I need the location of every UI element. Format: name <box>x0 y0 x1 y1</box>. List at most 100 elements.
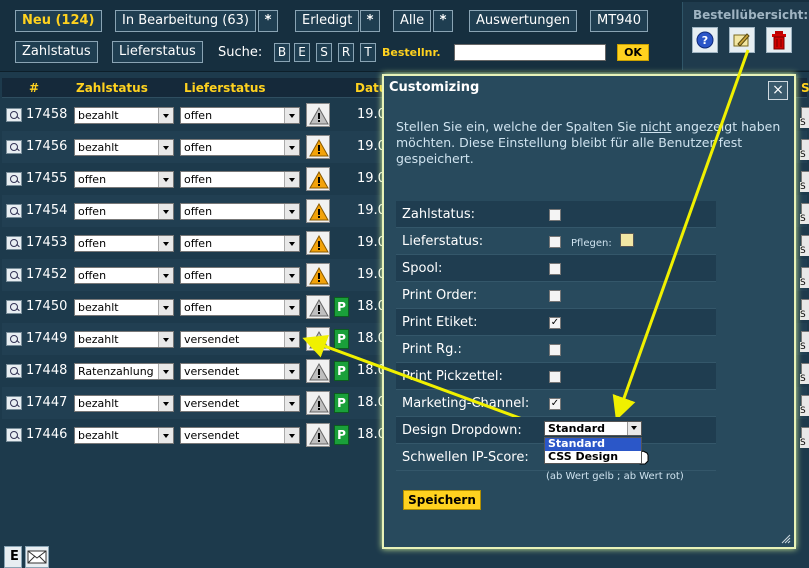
option-checkbox[interactable] <box>549 209 561 221</box>
filter-alle-button[interactable]: Alle <box>393 10 432 32</box>
lieferstatus-select[interactable]: offen <box>180 267 300 284</box>
design-dropdown-select[interactable]: Standard <box>544 421 642 436</box>
lieferstatus-value: offen <box>184 237 213 250</box>
warning-icon[interactable] <box>306 423 330 447</box>
warning-icon[interactable] <box>306 103 330 127</box>
save-button[interactable]: Speichern <box>403 490 481 510</box>
right-column-label: S <box>800 438 809 448</box>
customizing-dialog: Customizing × Stellen Sie ein, welche de… <box>382 74 796 549</box>
warning-icon[interactable] <box>306 327 330 351</box>
search-e-button[interactable]: E <box>294 43 310 62</box>
option-checkbox[interactable] <box>549 344 561 356</box>
ok-button[interactable]: OK <box>617 44 649 61</box>
zahlstatus-select[interactable]: offen <box>74 203 174 220</box>
lieferstatus-select[interactable]: versendet <box>180 363 300 380</box>
auswertungen-button[interactable]: Auswertungen <box>469 10 577 32</box>
view-order-icon[interactable] <box>6 140 22 154</box>
zahlstatus-select[interactable]: offen <box>74 267 174 284</box>
lieferstatus-select[interactable]: offen <box>180 107 300 124</box>
mt940-button[interactable]: MT940 <box>590 10 648 32</box>
zahlstatus-select[interactable]: bezahlt <box>74 427 174 444</box>
option-checkbox[interactable]: ✓ <box>549 317 561 329</box>
warning-icon[interactable] <box>306 263 330 287</box>
print-badge[interactable]: P <box>334 361 349 381</box>
dialog-close-button[interactable]: × <box>768 81 788 100</box>
zahlstatus-select[interactable]: offen <box>74 171 174 188</box>
option-checkbox[interactable] <box>549 371 561 383</box>
zahlstatus-select[interactable]: bezahlt <box>74 107 174 124</box>
dropdown-option-css-design[interactable]: CSS Design <box>545 451 641 464</box>
lieferstatus-select[interactable]: offen <box>180 139 300 156</box>
option-checkbox[interactable] <box>549 263 561 275</box>
view-order-icon[interactable] <box>6 332 22 346</box>
filter-neu-button[interactable]: Neu (124) <box>15 10 102 32</box>
print-badge[interactable]: P <box>334 329 349 349</box>
option-checkbox[interactable] <box>549 236 561 248</box>
view-order-icon[interactable] <box>6 300 22 314</box>
in-bearbeitung-star-button[interactable]: * <box>258 10 278 32</box>
search-b-button[interactable]: B <box>274 43 290 62</box>
col-zahlstatus-header[interactable]: Zahlstatus <box>76 81 148 95</box>
lieferstatus-select[interactable]: offen <box>180 299 300 316</box>
zahlstatus-select[interactable]: offen <box>74 235 174 252</box>
warning-icon[interactable] <box>306 359 330 383</box>
zahlstatus-select[interactable]: bezahlt <box>74 395 174 412</box>
resize-grip-icon[interactable] <box>781 534 791 544</box>
chevron-down-icon <box>284 428 299 443</box>
view-order-icon[interactable] <box>6 396 22 410</box>
option-label: Print Rg.: <box>402 342 462 357</box>
view-order-icon[interactable] <box>6 236 22 250</box>
print-badge[interactable]: P <box>334 297 349 317</box>
view-order-icon[interactable] <box>6 268 22 282</box>
search-s-button[interactable]: S <box>316 43 332 62</box>
print-badge[interactable]: P <box>334 425 349 445</box>
view-order-icon[interactable] <box>6 108 22 122</box>
order-overview-title: Bestellübersicht: <box>693 8 809 22</box>
erledigt-star-button[interactable]: * <box>360 10 380 32</box>
warning-icon[interactable] <box>306 199 330 223</box>
search-r-button[interactable]: R <box>338 43 354 62</box>
lieferstatus-select[interactable]: offen <box>180 235 300 252</box>
view-order-icon[interactable] <box>6 172 22 186</box>
help-icon[interactable]: ? <box>692 27 718 53</box>
view-order-icon[interactable] <box>6 204 22 218</box>
lieferstatus-select[interactable]: offen <box>180 171 300 188</box>
lieferstatus-select[interactable]: versendet <box>180 395 300 412</box>
zahlstatus-select[interactable]: bezahlt <box>74 139 174 156</box>
warning-icon[interactable] <box>306 231 330 255</box>
zahlstatus-button[interactable]: Zahlstatus <box>15 41 98 63</box>
edit-icon[interactable] <box>620 233 634 247</box>
trash-icon[interactable] <box>766 27 792 53</box>
lieferstatus-value: offen <box>184 301 213 314</box>
warning-icon[interactable] <box>306 135 330 159</box>
lieferstatus-select[interactable]: versendet <box>180 427 300 444</box>
zahlstatus-select[interactable]: bezahlt <box>74 331 174 348</box>
lieferstatus-select[interactable]: offen <box>180 203 300 220</box>
warning-icon[interactable] <box>306 391 330 415</box>
order-id: 17454 <box>26 203 68 218</box>
right-column-label: S <box>800 278 809 288</box>
customize-icon[interactable] <box>729 27 755 53</box>
option-row: Marketing-Channel: ✓ <box>396 390 716 417</box>
alle-star-button[interactable]: * <box>433 10 453 32</box>
lieferstatus-select[interactable]: versendet <box>180 331 300 348</box>
filter-erledigt-button[interactable]: Erledigt <box>295 10 360 32</box>
warning-icon[interactable] <box>306 167 330 191</box>
lieferstatus-button[interactable]: Lieferstatus <box>112 41 203 63</box>
filter-in-bearbeitung-button[interactable]: In Bearbeitung (63) <box>115 10 256 32</box>
zahlstatus-select[interactable]: bezahlt <box>74 299 174 316</box>
zahlstatus-select[interactable]: Ratenzahlung <box>74 363 174 380</box>
warning-icon[interactable] <box>306 295 330 319</box>
option-row: Design Dropdown: Standard Standard CSS Desi… <box>396 417 716 464</box>
print-badge[interactable]: P <box>334 393 349 413</box>
search-t-button[interactable]: T <box>360 43 376 62</box>
order-number-input[interactable] <box>454 44 606 61</box>
option-checkbox[interactable] <box>549 290 561 302</box>
option-checkbox[interactable]: ✓ <box>549 398 561 410</box>
col-lieferstatus-header[interactable]: Lieferstatus <box>184 81 266 95</box>
view-order-icon[interactable] <box>6 364 22 378</box>
order-id: 17447 <box>26 395 68 410</box>
chevron-down-icon <box>158 268 173 283</box>
chevron-down-icon <box>284 268 299 283</box>
view-order-icon[interactable] <box>6 428 22 442</box>
